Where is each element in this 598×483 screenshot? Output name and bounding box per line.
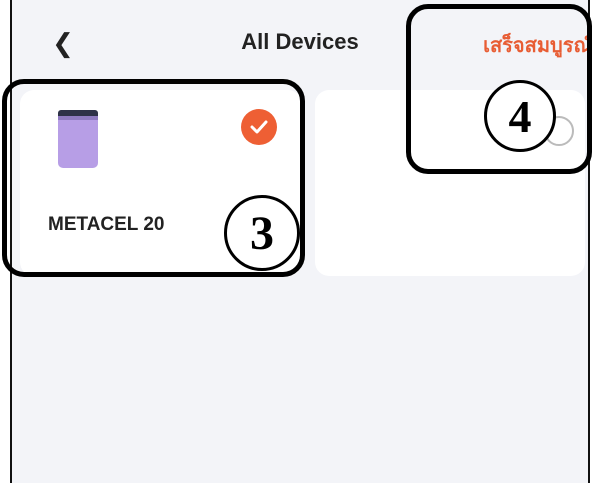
- step-number-3: 3: [224, 195, 300, 271]
- step-number-4: 4: [484, 80, 556, 152]
